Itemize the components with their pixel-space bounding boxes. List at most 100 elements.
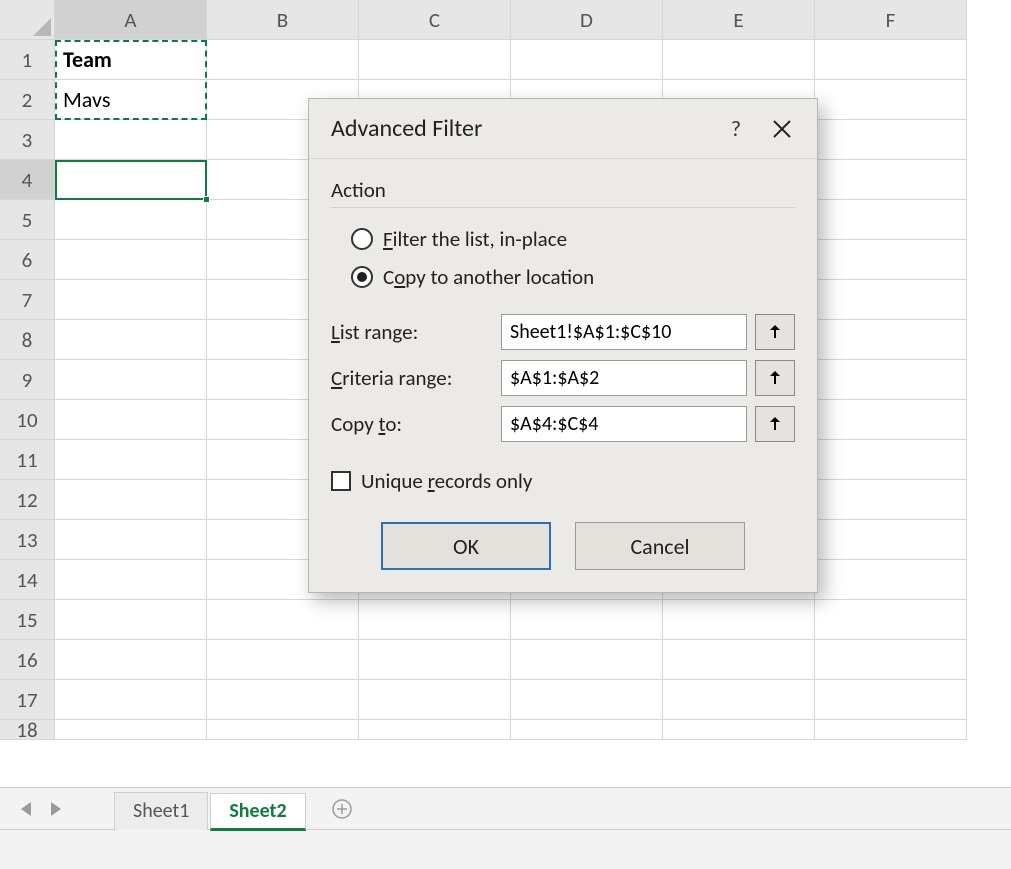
tab-nav-next[interactable] [42, 795, 70, 823]
cell-C15[interactable] [359, 600, 511, 640]
copy-to-collapse-button[interactable] [755, 406, 795, 442]
cell-F16[interactable] [815, 640, 967, 680]
cell-E1[interactable] [663, 40, 815, 80]
dialog-close-button[interactable] [759, 106, 805, 152]
cell-A16[interactable] [55, 640, 207, 680]
column-header-B[interactable]: B [207, 0, 359, 40]
cell-D17[interactable] [511, 680, 663, 720]
criteria-range-input[interactable] [501, 360, 747, 396]
cell-E18[interactable] [663, 720, 815, 740]
cell-F9[interactable] [815, 360, 967, 400]
row-header-7[interactable]: 7 [0, 280, 55, 320]
cell-B1[interactable] [207, 40, 359, 80]
row-header-4[interactable]: 4 [0, 160, 55, 200]
list-range-input[interactable] [501, 314, 747, 350]
cell-F10[interactable] [815, 400, 967, 440]
cell-A2[interactable]: Mavs [55, 80, 207, 120]
select-all-corner[interactable] [0, 0, 55, 40]
cell-F17[interactable] [815, 680, 967, 720]
tab-nav-prev[interactable] [12, 795, 40, 823]
row-header-3[interactable]: 3 [0, 120, 55, 160]
row-header-10[interactable]: 10 [0, 400, 55, 440]
unique-records-checkbox[interactable]: Unique records only [331, 462, 795, 500]
cell-F11[interactable] [815, 440, 967, 480]
row-header-14[interactable]: 14 [0, 560, 55, 600]
cell-C17[interactable] [359, 680, 511, 720]
cell-A14[interactable] [55, 560, 207, 600]
cancel-button[interactable]: Cancel [575, 522, 745, 570]
cell-D15[interactable] [511, 600, 663, 640]
row-header-11[interactable]: 11 [0, 440, 55, 480]
column-header-C[interactable]: C [359, 0, 511, 40]
row-header-1[interactable]: 1 [0, 40, 55, 80]
cell-D1[interactable] [511, 40, 663, 80]
cell-A1[interactable]: Team [55, 40, 207, 80]
radio-copy-to-location[interactable]: Copy to another location [331, 258, 795, 296]
row-header-17[interactable]: 17 [0, 680, 55, 720]
cell-F7[interactable] [815, 280, 967, 320]
row-header-5[interactable]: 5 [0, 200, 55, 240]
cell-C18[interactable] [359, 720, 511, 740]
cell-A12[interactable] [55, 480, 207, 520]
row-header-8[interactable]: 8 [0, 320, 55, 360]
cell-B18[interactable] [207, 720, 359, 740]
row-header-6[interactable]: 6 [0, 240, 55, 280]
row-header-13[interactable]: 13 [0, 520, 55, 560]
cell-C1[interactable] [359, 40, 511, 80]
cell-F13[interactable] [815, 520, 967, 560]
sheet-tab-sheet2[interactable]: Sheet2 [210, 793, 305, 831]
cell-A6[interactable] [55, 240, 207, 280]
cell-A9[interactable] [55, 360, 207, 400]
dialog-help-button[interactable]: ? [713, 106, 759, 152]
cell-D18[interactable] [511, 720, 663, 740]
cell-B16[interactable] [207, 640, 359, 680]
cell-F8[interactable] [815, 320, 967, 360]
cell-F15[interactable] [815, 600, 967, 640]
cell-A13[interactable] [55, 520, 207, 560]
criteria-range-collapse-button[interactable] [755, 360, 795, 396]
cell-F5[interactable] [815, 200, 967, 240]
sheet-tab-sheet1[interactable]: Sheet1 [114, 792, 208, 830]
dialog-titlebar[interactable]: Advanced Filter ? [309, 99, 817, 159]
cell-D16[interactable] [511, 640, 663, 680]
cell-F4[interactable] [815, 160, 967, 200]
radio-filter-in-place[interactable]: Filter the list, in-place [331, 220, 795, 258]
cell-A10[interactable] [55, 400, 207, 440]
copy-to-input[interactable] [501, 406, 747, 442]
column-header-D[interactable]: D [511, 0, 663, 40]
cell-A18[interactable] [55, 720, 207, 740]
cell-A4[interactable] [55, 160, 207, 200]
column-header-F[interactable]: F [815, 0, 967, 40]
cell-A7[interactable] [55, 280, 207, 320]
cell-C16[interactable] [359, 640, 511, 680]
row-header-9[interactable]: 9 [0, 360, 55, 400]
column-header-E[interactable]: E [663, 0, 815, 40]
cell-F3[interactable] [815, 120, 967, 160]
cell-A17[interactable] [55, 680, 207, 720]
cell-F18[interactable] [815, 720, 967, 740]
cell-F12[interactable] [815, 480, 967, 520]
cell-B15[interactable] [207, 600, 359, 640]
add-sheet-button[interactable] [324, 791, 360, 827]
cell-F2[interactable] [815, 80, 967, 120]
column-header-A[interactable]: A [55, 0, 207, 40]
cell-F1[interactable] [815, 40, 967, 80]
cell-F14[interactable] [815, 560, 967, 600]
cell-F6[interactable] [815, 240, 967, 280]
row-header-18[interactable]: 18 [0, 720, 55, 740]
cell-A5[interactable] [55, 200, 207, 240]
row-header-12[interactable]: 12 [0, 480, 55, 520]
cell-A15[interactable] [55, 600, 207, 640]
list-range-collapse-button[interactable] [755, 314, 795, 350]
cell-A3[interactable] [55, 120, 207, 160]
ok-button[interactable]: OK [381, 522, 551, 570]
row-header-15[interactable]: 15 [0, 600, 55, 640]
cell-E16[interactable] [663, 640, 815, 680]
row-header-16[interactable]: 16 [0, 640, 55, 680]
cell-A8[interactable] [55, 320, 207, 360]
cell-B17[interactable] [207, 680, 359, 720]
cell-E15[interactable] [663, 600, 815, 640]
cell-A11[interactable] [55, 440, 207, 480]
cell-E17[interactable] [663, 680, 815, 720]
row-header-2[interactable]: 2 [0, 80, 55, 120]
